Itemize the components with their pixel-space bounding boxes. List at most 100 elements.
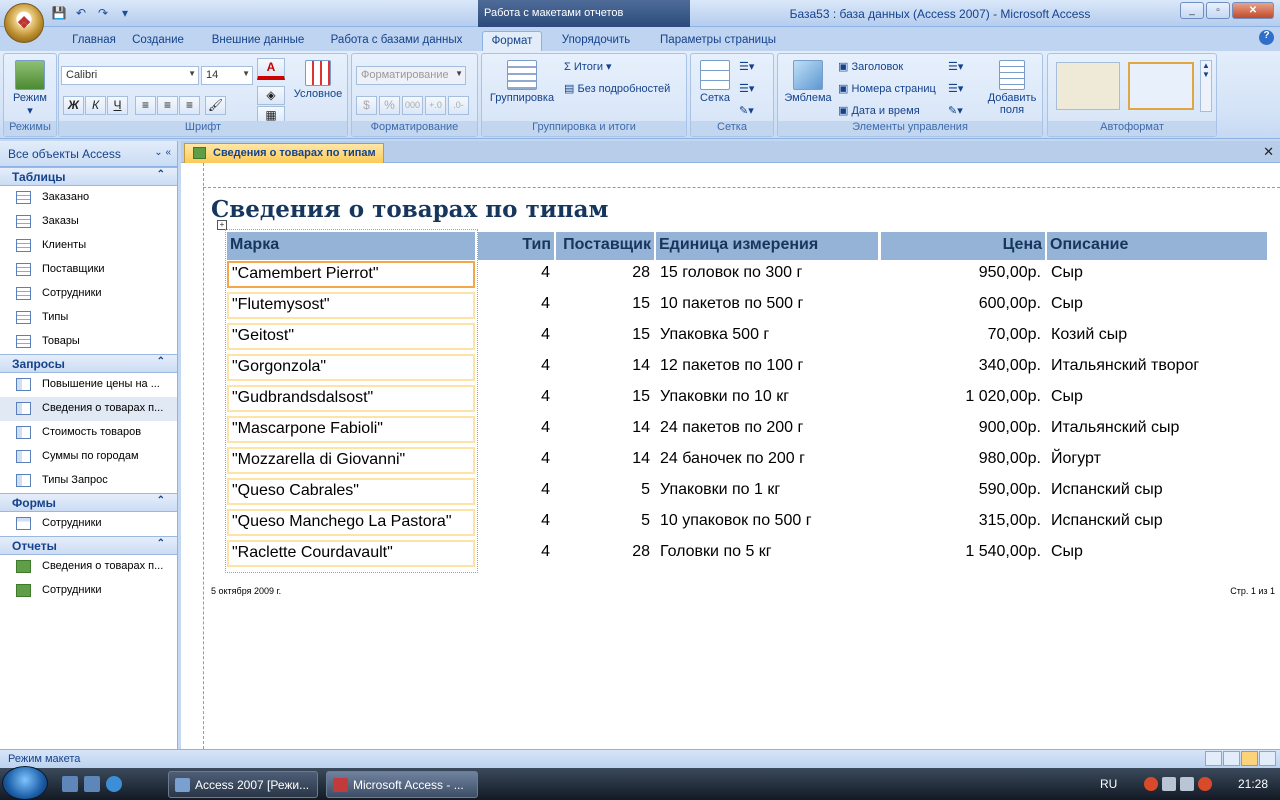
increase-decimal-button[interactable]: +.0 bbox=[425, 96, 446, 115]
office-button[interactable]: ❖ bbox=[4, 3, 44, 43]
group-sort-button[interactable]: Группировка bbox=[486, 60, 558, 104]
nav-group-header[interactable]: Запросы ⌃ bbox=[0, 354, 177, 373]
tab-format[interactable]: Формат bbox=[482, 31, 542, 51]
nav-item[interactable]: Сотрудники bbox=[0, 512, 177, 536]
cell-supplier[interactable]: 14 bbox=[556, 447, 654, 474]
page-numbers-button[interactable]: ▣ Номера страниц bbox=[838, 82, 936, 95]
align-center-button[interactable]: ≡ bbox=[157, 96, 178, 115]
logo-button[interactable]: Эмблема bbox=[782, 60, 834, 104]
font-size-combo[interactable]: 14 ▼ bbox=[201, 66, 253, 85]
cell-supplier[interactable]: 15 bbox=[556, 292, 654, 319]
tab-create[interactable]: Создание bbox=[130, 31, 186, 51]
nav-item[interactable]: Типы bbox=[0, 306, 177, 330]
minimize-button[interactable]: _ bbox=[1180, 2, 1204, 19]
nav-group-header[interactable]: Таблицы ⌃ bbox=[0, 167, 177, 186]
cell-type[interactable]: 4 bbox=[478, 478, 554, 505]
gridlines-button[interactable]: Сетка bbox=[695, 60, 735, 104]
line-width-button[interactable]: ☰▾ bbox=[739, 82, 754, 95]
column-header-supplier[interactable]: Поставщик bbox=[556, 232, 654, 260]
cell-type[interactable]: 4 bbox=[478, 261, 554, 288]
checkbox-style-button[interactable]: ☰▾ bbox=[948, 60, 963, 73]
nav-item[interactable]: Сведения о товарах п... bbox=[0, 397, 177, 421]
nav-item[interactable]: Заказано bbox=[0, 186, 177, 210]
tab-external-data[interactable]: Внешние данные bbox=[203, 31, 313, 51]
cell-type[interactable]: 4 bbox=[478, 323, 554, 350]
autoformat-option-1[interactable] bbox=[1056, 62, 1120, 110]
align-right-button[interactable]: ≡ bbox=[179, 96, 200, 115]
nav-item[interactable]: Суммы по городам bbox=[0, 445, 177, 469]
start-button[interactable] bbox=[2, 766, 48, 800]
column-header-description[interactable]: Описание bbox=[1047, 232, 1267, 260]
nav-item[interactable]: Сотрудники bbox=[0, 579, 177, 603]
tab-arrange[interactable]: Упорядочить bbox=[553, 31, 639, 51]
save-icon[interactable]: 💾 bbox=[50, 4, 68, 21]
antivirus-icon[interactable] bbox=[1144, 777, 1158, 791]
fill-color-button[interactable]: ◈ bbox=[257, 86, 285, 105]
cell-description[interactable]: Йогурт bbox=[1047, 447, 1267, 474]
column-header-price[interactable]: Цена bbox=[881, 232, 1045, 260]
column-header-type[interactable]: Тип bbox=[478, 232, 554, 260]
redo-icon[interactable]: ↷ bbox=[94, 4, 112, 21]
network-icon[interactable] bbox=[1162, 777, 1176, 791]
cell-type[interactable]: 4 bbox=[478, 447, 554, 474]
language-indicator[interactable]: RU bbox=[1100, 777, 1117, 791]
title-button[interactable]: ▣ Заголовок bbox=[838, 60, 903, 73]
cell-price[interactable]: 315,00р. bbox=[881, 509, 1045, 536]
tab-database-tools[interactable]: Работа с базами данных bbox=[323, 31, 470, 51]
nav-item[interactable]: Типы Запрос bbox=[0, 469, 177, 493]
collapse-chevron-icon[interactable]: ⌃ bbox=[157, 538, 165, 549]
switch-windows-icon[interactable] bbox=[84, 776, 100, 792]
tab-page-setup[interactable]: Параметры страницы bbox=[652, 31, 784, 51]
cell-unit[interactable]: Упаковка 500 г bbox=[656, 323, 878, 350]
autoformat-option-2[interactable] bbox=[1128, 62, 1194, 110]
cell-type[interactable]: 4 bbox=[478, 509, 554, 536]
cell-unit[interactable]: Упаковки по 10 кг bbox=[656, 385, 878, 412]
nav-pane-header[interactable]: Все объекты Access ⌄ « bbox=[0, 141, 177, 167]
nav-item[interactable]: Поставщики bbox=[0, 258, 177, 282]
cell-supplier[interactable]: 5 bbox=[556, 509, 654, 536]
cell-description[interactable]: Сыр bbox=[1047, 292, 1267, 319]
nav-item[interactable]: Стоимость товаров bbox=[0, 421, 177, 445]
cell-price[interactable]: 1 020,00р. bbox=[881, 385, 1045, 412]
nav-item[interactable]: Товары bbox=[0, 330, 177, 354]
alert-icon[interactable] bbox=[1198, 777, 1212, 791]
cell-brand[interactable]: "Mascarpone Fabioli" bbox=[227, 416, 475, 443]
bold-button[interactable]: Ж bbox=[63, 96, 84, 115]
maximize-button[interactable]: ▫ bbox=[1206, 2, 1230, 19]
cell-brand[interactable]: "Gorgonzola" bbox=[227, 354, 475, 381]
cell-unit[interactable]: 24 пакетов по 200 г bbox=[656, 416, 878, 443]
tab-home[interactable]: Главная bbox=[58, 31, 130, 51]
view-button[interactable]: Режим ▾ bbox=[10, 60, 50, 117]
collapse-chevron-icon[interactable]: ⌃ bbox=[157, 169, 165, 180]
close-window-button[interactable]: ✕ bbox=[1232, 2, 1274, 19]
cell-unit[interactable]: 10 пакетов по 500 г bbox=[656, 292, 878, 319]
nav-group-header[interactable]: Формы ⌃ bbox=[0, 493, 177, 512]
report-title[interactable]: Сведения о товарах по типам bbox=[211, 196, 609, 223]
cell-supplier[interactable]: 5 bbox=[556, 478, 654, 505]
taskbar-item-access-2007[interactable]: Access 2007 [Режи... bbox=[168, 771, 318, 798]
nav-item[interactable]: Сведения о товарах п... bbox=[0, 555, 177, 579]
close-document-icon[interactable]: ✕ bbox=[1263, 144, 1274, 160]
italic-button[interactable]: К bbox=[85, 96, 106, 115]
cell-price[interactable]: 980,00р. bbox=[881, 447, 1045, 474]
nav-item[interactable]: Клиенты bbox=[0, 234, 177, 258]
cell-type[interactable]: 4 bbox=[478, 385, 554, 412]
cell-brand[interactable]: "Queso Manchego La Pastora" bbox=[227, 509, 475, 536]
cell-brand[interactable]: "Mozzarella di Giovanni" bbox=[227, 447, 475, 474]
conditional-format-button[interactable]: Условное bbox=[291, 60, 345, 100]
cell-description[interactable]: Итальянский сыр bbox=[1047, 416, 1267, 443]
column-header-unit[interactable]: Единица измерения bbox=[656, 232, 878, 260]
cell-supplier[interactable]: 15 bbox=[556, 385, 654, 412]
cell-unit[interactable]: 24 баночек по 200 г bbox=[656, 447, 878, 474]
cell-type[interactable]: 4 bbox=[478, 354, 554, 381]
cell-unit[interactable]: Упаковки по 1 кг bbox=[656, 478, 878, 505]
font-family-combo[interactable]: Calibri ▼ bbox=[61, 66, 199, 85]
cell-price[interactable]: 340,00р. bbox=[881, 354, 1045, 381]
cell-description[interactable]: Испанский сыр bbox=[1047, 509, 1267, 536]
report-view-button[interactable] bbox=[1205, 751, 1222, 766]
layout-move-handle-icon[interactable]: + bbox=[217, 220, 227, 230]
help-icon[interactable]: ? bbox=[1259, 30, 1274, 45]
format-painter-button[interactable]: 🖌 bbox=[205, 96, 226, 115]
format-combo[interactable]: Форматирование ▼ bbox=[356, 66, 466, 85]
collapse-chevron-icon[interactable]: ⌃ bbox=[157, 495, 165, 506]
